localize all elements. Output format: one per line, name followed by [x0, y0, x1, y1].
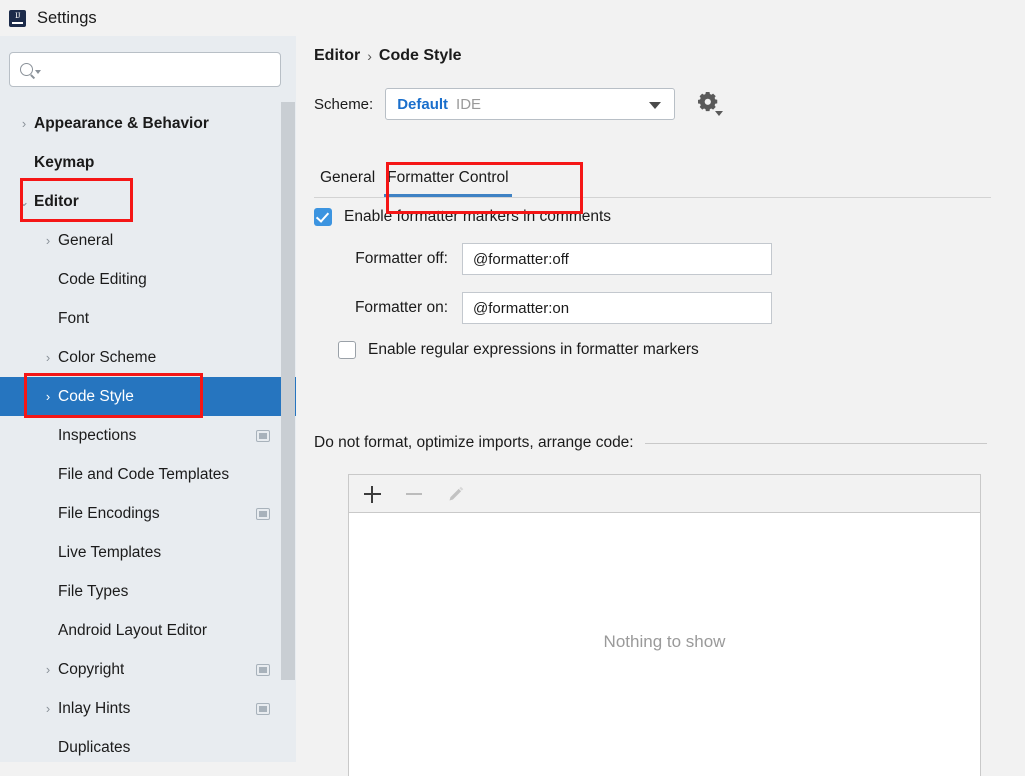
sidebar-item-label: Code Style: [58, 388, 134, 406]
intellij-idea-logo-icon: IJ: [9, 10, 26, 27]
enable-formatter-markers-row[interactable]: Enable formatter markers in comments: [314, 208, 1004, 226]
sidebar-item-label: Font: [58, 310, 89, 328]
section-divider: [645, 443, 987, 444]
list-body[interactable]: Nothing to show: [349, 513, 980, 776]
do-not-format-section-header: Do not format, optimize imports, arrange…: [314, 434, 987, 452]
sidebar-item-android-layout-editor[interactable]: Android Layout Editor: [0, 611, 296, 650]
scheme-value-suffix: IDE: [456, 96, 481, 113]
sidebar-item-inlay-hints[interactable]: ›Inlay Hints: [0, 689, 296, 728]
sidebar-item-file-types[interactable]: File Types: [0, 572, 296, 611]
sidebar-item-label: Inspections: [58, 427, 136, 445]
do-not-format-list-panel: Nothing to show: [348, 474, 981, 776]
logo-underbar: [12, 22, 23, 24]
sidebar-scrollbar-thumb[interactable]: [281, 102, 295, 680]
formatter-on-row: Formatter on:: [314, 292, 1004, 324]
scheme-row: Scheme: Default IDE: [314, 88, 723, 120]
breadcrumb-parent[interactable]: Editor: [314, 47, 360, 65]
breadcrumb-current: Code Style: [379, 47, 462, 65]
chevron-right-icon[interactable]: ›: [38, 702, 58, 715]
sidebar-item-label: Appearance & Behavior: [34, 115, 209, 133]
scope-badge-icon: [256, 430, 270, 442]
sidebar-item-label: Keymap: [34, 154, 94, 172]
sidebar-item-label: Live Templates: [58, 544, 161, 562]
sidebar-item-label: Copyright: [58, 661, 124, 679]
tab-divider: [314, 197, 991, 198]
sidebar-item-keymap[interactable]: Keymap: [0, 143, 296, 182]
sidebar-item-label: Code Editing: [58, 271, 147, 289]
formatter-on-label: Formatter on:: [314, 299, 462, 317]
sidebar-item-label: File Encodings: [58, 505, 160, 523]
minus-icon: [404, 484, 424, 504]
settings-tree[interactable]: ›Appearance & BehaviorKeymap⌄Editor›Gene…: [0, 104, 296, 762]
sidebar-item-label: Android Layout Editor: [58, 622, 207, 640]
pencil-glyph: [446, 484, 466, 504]
sidebar-item-editor[interactable]: ⌄Editor: [0, 182, 296, 221]
sidebar-item-label: General: [58, 232, 113, 250]
search-icon: [20, 63, 33, 76]
gear-dropdown-icon[interactable]: [715, 111, 723, 116]
chevron-right-icon[interactable]: ›: [14, 117, 34, 130]
settings-tabs: GeneralFormatter Control: [314, 154, 991, 200]
sidebar-item-label: Duplicates: [58, 739, 130, 757]
chevron-down-icon[interactable]: ⌄: [14, 195, 34, 208]
chevron-right-icon[interactable]: ›: [38, 663, 58, 676]
gear-button[interactable]: [697, 91, 723, 117]
settings-content-panel: Editor › Code Style Scheme: Default IDE …: [296, 36, 1025, 762]
sidebar-item-file-encodings[interactable]: File Encodings: [0, 494, 296, 533]
empty-state-text: Nothing to show: [349, 632, 980, 652]
scheme-label: Scheme:: [314, 96, 373, 113]
enable-formatter-markers-checkbox[interactable]: [314, 208, 332, 226]
sidebar-item-label: File Types: [58, 583, 128, 601]
sidebar-item-inspections[interactable]: Inspections: [0, 416, 296, 455]
chevron-down-icon[interactable]: [649, 102, 661, 109]
formatter-off-input[interactable]: [462, 243, 772, 275]
enable-regex-checkbox[interactable]: [338, 341, 356, 359]
chevron-right-icon[interactable]: ›: [38, 234, 58, 247]
sidebar-item-duplicates[interactable]: Duplicates: [0, 728, 296, 762]
sidebar-item-live-templates[interactable]: Live Templates: [0, 533, 296, 572]
scope-badge-icon: [256, 508, 270, 520]
chevron-right-icon[interactable]: ›: [38, 390, 58, 403]
search-input[interactable]: [41, 53, 280, 86]
sidebar-item-appearance-behavior[interactable]: ›Appearance & Behavior: [0, 104, 296, 143]
sidebar-item-general[interactable]: ›General: [0, 221, 296, 260]
sidebar-item-copyright[interactable]: ›Copyright: [0, 650, 296, 689]
sidebar-item-color-scheme[interactable]: ›Color Scheme: [0, 338, 296, 377]
sidebar-item-code-style[interactable]: ›Code Style: [0, 377, 296, 416]
scheme-value: Default: [397, 96, 448, 113]
formatter-off-label: Formatter off:: [314, 250, 462, 268]
sidebar-item-label: Inlay Hints: [58, 700, 130, 718]
formatter-off-row: Formatter off:: [314, 243, 1004, 275]
tab-formatter-control[interactable]: Formatter Control: [381, 169, 514, 198]
formatter-on-input[interactable]: [462, 292, 772, 324]
window-title: Settings: [37, 9, 97, 28]
sidebar-item-code-editing[interactable]: Code Editing: [0, 260, 296, 299]
logo-text: IJ: [9, 11, 26, 20]
scope-badge-icon: [256, 703, 270, 715]
sidebar-item-label: Editor: [34, 193, 79, 211]
list-toolbar: [349, 475, 980, 513]
enable-regex-label: Enable regular expressions in formatter …: [368, 341, 699, 359]
tab-strip: GeneralFormatter Control: [314, 154, 991, 198]
search-field[interactable]: [9, 52, 281, 87]
pencil-icon: [446, 484, 466, 504]
breadcrumb-separator-icon: ›: [367, 48, 372, 64]
sidebar-item-font[interactable]: Font: [0, 299, 296, 338]
enable-regex-row[interactable]: Enable regular expressions in formatter …: [314, 341, 1004, 359]
sidebar-item-file-and-code-templates[interactable]: File and Code Templates: [0, 455, 296, 494]
breadcrumb: Editor › Code Style: [314, 47, 462, 65]
settings-sidebar: ›Appearance & BehaviorKeymap⌄Editor›Gene…: [0, 36, 296, 762]
scheme-combobox[interactable]: Default IDE: [385, 88, 675, 120]
plus-icon[interactable]: [362, 484, 382, 504]
scope-badge-icon: [256, 664, 270, 676]
tab-general[interactable]: General: [314, 169, 381, 198]
do-not-format-label: Do not format, optimize imports, arrange…: [314, 434, 634, 452]
enable-formatter-markers-label: Enable formatter markers in comments: [344, 208, 611, 226]
chevron-right-icon[interactable]: ›: [38, 351, 58, 364]
window-titlebar: IJ Settings: [0, 0, 1025, 36]
sidebar-item-label: File and Code Templates: [58, 466, 229, 484]
formatter-control-form: Enable formatter markers in comments For…: [314, 208, 1004, 359]
sidebar-item-label: Color Scheme: [58, 349, 156, 367]
